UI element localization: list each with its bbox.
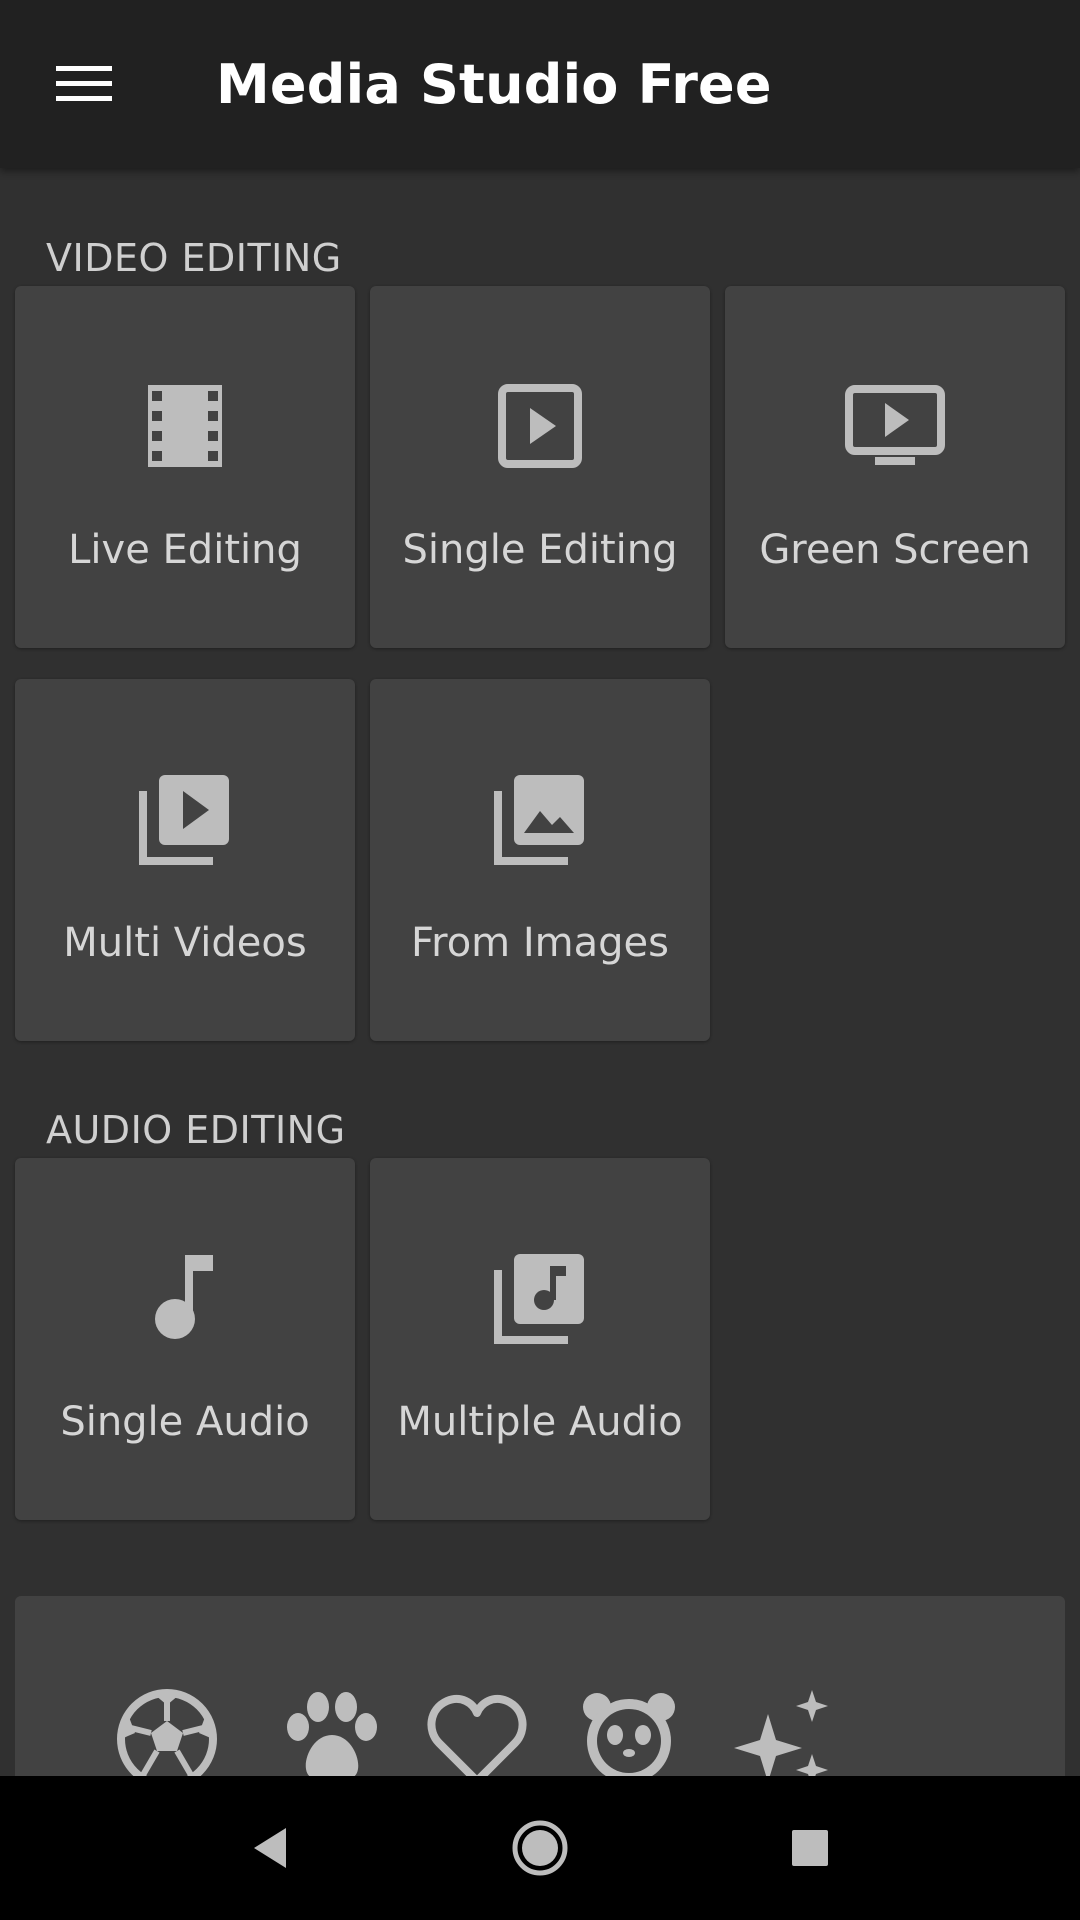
single-audio-tile[interactable]: Single Audio	[15, 1158, 355, 1520]
tile-label: Live Editing	[68, 527, 302, 573]
hamburger-menu-icon	[56, 66, 112, 101]
video-editing-section-title: VIDEO EDITING	[46, 236, 342, 280]
tv-play-icon	[725, 376, 1065, 476]
video-library-icon	[15, 769, 355, 869]
green-screen-tile[interactable]: Green Screen	[725, 286, 1065, 648]
tile-label: Multi Videos	[63, 920, 307, 966]
from-images-tile[interactable]: From Images	[370, 679, 710, 1041]
back-button[interactable]	[220, 1798, 320, 1898]
multi-videos-tile[interactable]: Multi Videos	[15, 679, 355, 1041]
music-library-icon	[370, 1248, 710, 1348]
app-title: Media Studio Free	[216, 53, 772, 116]
movie-film-icon	[15, 376, 355, 476]
tile-label: Single Editing	[402, 527, 678, 573]
home-button[interactable]	[490, 1798, 590, 1898]
tile-label: Green Screen	[759, 527, 1031, 573]
music-note-icon	[15, 1248, 355, 1348]
recents-button[interactable]	[760, 1798, 860, 1898]
audio-editing-section-title: AUDIO EDITING	[46, 1108, 346, 1152]
live-editing-tile[interactable]: Live Editing	[15, 286, 355, 648]
tile-label: Single Audio	[60, 1399, 310, 1445]
back-icon	[254, 1828, 286, 1868]
single-editing-tile[interactable]: Single Editing	[370, 286, 710, 648]
system-navigation-bar	[0, 1776, 1080, 1920]
menu-button[interactable]	[28, 34, 140, 134]
home-icon	[512, 1820, 568, 1876]
photo-library-icon	[370, 769, 710, 869]
play-square-icon	[370, 376, 710, 476]
app-bar: Media Studio Free	[0, 0, 1080, 168]
multiple-audio-tile[interactable]: Multiple Audio	[370, 1158, 710, 1520]
media-studio-screen: Media Studio Free VIDEO EDITING Live Edi…	[0, 0, 1080, 1920]
recents-icon	[792, 1830, 828, 1866]
tile-label: From Images	[411, 920, 669, 966]
tile-label: Multiple Audio	[397, 1399, 683, 1445]
